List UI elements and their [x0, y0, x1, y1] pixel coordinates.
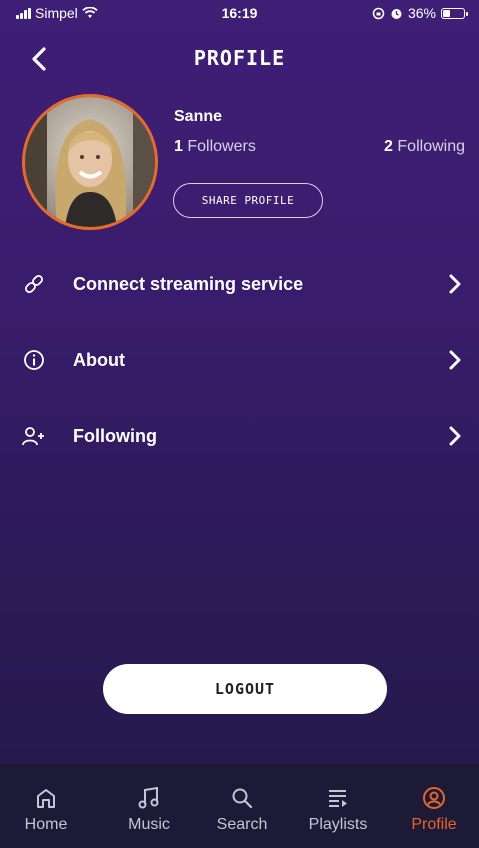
- status-bar: Simpel 16:19 36%: [0, 0, 479, 26]
- avatar: [22, 94, 158, 230]
- menu-item-following[interactable]: Following: [0, 409, 479, 463]
- tab-label: Profile: [411, 816, 457, 833]
- orientation-lock-icon: [372, 7, 385, 19]
- tab-label: Home: [24, 816, 68, 833]
- followers-stat[interactable]: 1 Followers: [174, 138, 256, 156]
- following-stat[interactable]: 2 Following: [384, 138, 465, 156]
- chevron-right-icon: [445, 272, 465, 296]
- followers-count: 1: [174, 138, 183, 155]
- profile-photo: [25, 97, 155, 227]
- info-icon: [22, 348, 46, 372]
- followers-label: Followers: [187, 138, 256, 155]
- share-profile-button[interactable]: SHARE PROFILE: [173, 183, 323, 218]
- logout-button[interactable]: LOGOUT: [103, 664, 387, 714]
- profile-screen: Simpel 16:19 36% PROFILE Sanne 1 Followe…: [0, 0, 479, 848]
- tab-bar: Home Music Search Playlists Profile: [0, 764, 479, 848]
- following-label: Following: [397, 138, 465, 155]
- link-icon: [22, 272, 46, 296]
- chevron-right-icon: [445, 424, 465, 448]
- menu-item-connect-streaming[interactable]: Connect streaming service: [0, 257, 479, 311]
- music-note-icon: [104, 784, 194, 812]
- status-right: 36%: [372, 5, 468, 21]
- add-person-icon: [22, 424, 46, 448]
- page-title: PROFILE: [193, 46, 286, 70]
- chevron-right-icon: [445, 348, 465, 372]
- playlist-icon: [293, 784, 383, 812]
- battery-fill: [443, 9, 451, 17]
- alarm-icon: [391, 8, 402, 19]
- battery-icon: [441, 7, 468, 19]
- tab-playlists[interactable]: Playlists: [293, 764, 383, 848]
- home-icon: [1, 784, 91, 812]
- profile-name: Sanne: [174, 108, 223, 125]
- tab-profile[interactable]: Profile: [389, 764, 479, 848]
- menu-item-label: Connect streaming service: [73, 273, 304, 294]
- tab-label: Music: [128, 816, 170, 833]
- tab-music[interactable]: Music: [104, 764, 194, 848]
- tab-home[interactable]: Home: [1, 764, 91, 848]
- tab-label: Search: [216, 816, 268, 833]
- search-icon: [197, 784, 287, 812]
- menu-item-label: Following: [73, 425, 157, 446]
- battery-percent: 36%: [407, 5, 436, 21]
- tab-label: Playlists: [308, 816, 368, 833]
- following-count: 2: [384, 138, 393, 155]
- menu-item-about[interactable]: About: [0, 333, 479, 387]
- menu-item-label: About: [73, 349, 125, 370]
- profile-icon: [389, 784, 479, 812]
- tab-search[interactable]: Search: [197, 764, 287, 848]
